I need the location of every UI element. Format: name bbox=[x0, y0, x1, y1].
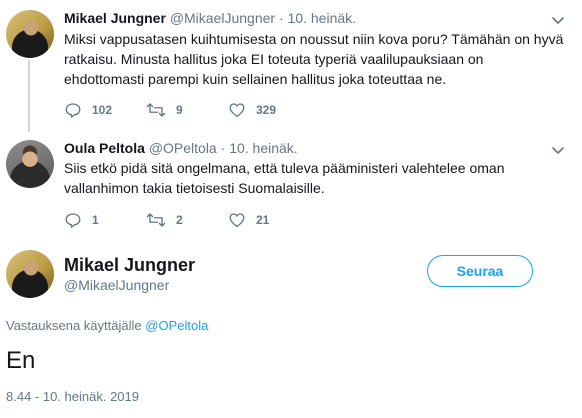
reply-context-label: Vastauksena käyttäjälle bbox=[6, 318, 142, 333]
separator: · bbox=[220, 140, 226, 156]
tweet-timestamp[interactable]: 8.44 - 10. heinäk. 2019 bbox=[6, 389, 139, 405]
reply-context: Vastauksena käyttäjälle @OPeltola bbox=[6, 318, 208, 334]
tweet-text: Miksi vappusatasen kuihtumisesta on nous… bbox=[64, 29, 563, 89]
author-handle[interactable]: @OPeltola bbox=[149, 140, 217, 156]
retweet-count: 2 bbox=[176, 213, 183, 227]
avatar[interactable] bbox=[6, 10, 54, 58]
reply-button[interactable]: 1 bbox=[64, 211, 146, 229]
reply-icon bbox=[65, 213, 81, 228]
tweet-text: Siis etkö pidä sitä ongelmana, että tule… bbox=[64, 158, 504, 198]
tweet-text-line: ehdottomasti parempi kuin sellainen hall… bbox=[64, 71, 447, 87]
like-button[interactable]: 329 bbox=[228, 101, 310, 119]
tweet-header: Oula Peltola @OPeltola · 10. heinäk. bbox=[64, 139, 298, 157]
main-tweet-text: En bbox=[6, 347, 36, 374]
like-icon bbox=[229, 103, 245, 118]
author-name[interactable]: Mikael Jungner bbox=[64, 10, 166, 26]
like-button[interactable]: 21 bbox=[228, 211, 310, 229]
retweet-button[interactable]: 2 bbox=[146, 211, 228, 229]
like-count: 21 bbox=[256, 213, 270, 227]
author-handle[interactable]: @MikaelJungner bbox=[170, 10, 275, 26]
author-handle[interactable]: @MikaelJungner bbox=[64, 276, 169, 294]
chevron-down-icon[interactable] bbox=[550, 12, 566, 28]
thread-connector bbox=[28, 60, 30, 132]
reply-count: 102 bbox=[92, 103, 113, 117]
follow-button[interactable]: Seuraa bbox=[427, 255, 533, 287]
reply-count: 1 bbox=[92, 213, 99, 227]
retweet-count: 9 bbox=[176, 103, 183, 117]
reply-mention-link[interactable]: @OPeltola bbox=[145, 318, 208, 333]
tweet-actions: 102 9 329 bbox=[64, 101, 310, 119]
avatar[interactable] bbox=[6, 250, 54, 298]
retweet-icon bbox=[146, 213, 166, 227]
chevron-down-icon[interactable] bbox=[550, 142, 566, 158]
tweet-date[interactable]: 10. heinäk. bbox=[288, 10, 357, 26]
tweet-text-line: Siis etkö pidä sitä ongelmana, että tule… bbox=[64, 160, 505, 176]
retweet-icon bbox=[146, 103, 166, 117]
like-icon bbox=[229, 213, 245, 228]
author-name[interactable]: Oula Peltola bbox=[64, 140, 145, 156]
tweet-actions: 1 2 21 bbox=[64, 211, 310, 229]
tweet-text-line: ratkaisu. Minusta hallitus joka EI toteu… bbox=[64, 51, 484, 67]
like-count: 329 bbox=[256, 103, 277, 117]
tweet-date[interactable]: 10. heinäk. bbox=[229, 140, 298, 156]
tweet-text-line: Miksi vappusatasen kuihtumisesta on nous… bbox=[64, 31, 564, 47]
reply-icon bbox=[65, 103, 81, 118]
tweet-text-line: vallanhimon takia tietoisesti Suomalaisi… bbox=[64, 180, 325, 196]
retweet-button[interactable]: 9 bbox=[146, 101, 228, 119]
avatar[interactable] bbox=[6, 140, 54, 188]
author-name[interactable]: Mikael Jungner bbox=[64, 254, 195, 276]
separator: · bbox=[278, 10, 284, 26]
tweet-header: Mikael Jungner @MikaelJungner · 10. hein… bbox=[64, 9, 356, 27]
reply-button[interactable]: 102 bbox=[64, 101, 146, 119]
